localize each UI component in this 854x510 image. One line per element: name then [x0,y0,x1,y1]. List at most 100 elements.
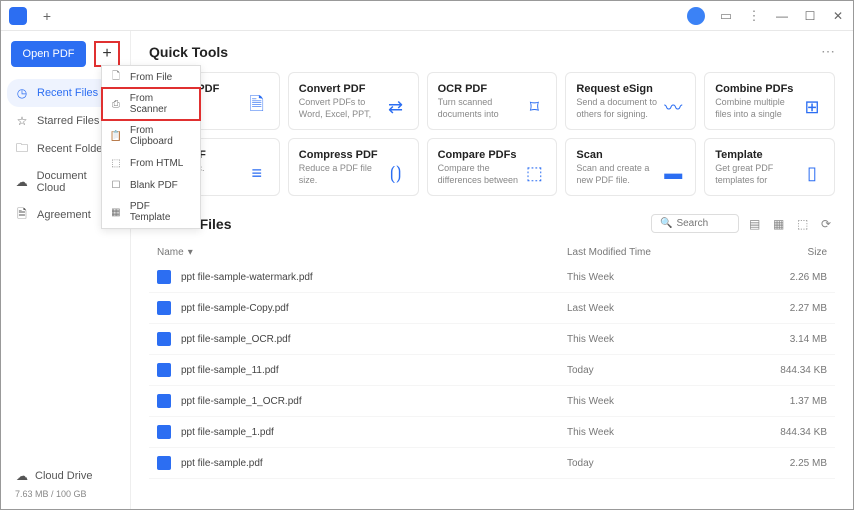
file-name: ppt file-sample_11.pdf [181,365,567,376]
cloud-drive[interactable]: ☁ Cloud Drive [15,469,116,483]
pdf-file-icon [157,301,171,315]
tool-card-request-esign[interactable]: Request eSign Send a document to others f… [565,72,696,130]
file-name: ppt file-sample_OCR.pdf [181,334,567,345]
file-row[interactable]: ppt file-sample-Copy.pdfLast Week2.27 MB [149,293,835,324]
menu-icon[interactable]: ⋮ [747,9,761,23]
file-icon: 🗋 [110,71,122,83]
tool-card-compress-pdf[interactable]: Compress PDFReduce a PDF file size.⟮⟯ [288,138,419,196]
file-size: 3.14 MB [767,334,827,345]
cloud-drive-label: Cloud Drive [35,470,92,482]
pdf-file-icon [157,425,171,439]
filter-icon[interactable]: ⬚ [797,217,811,231]
column-date[interactable]: Last Modified Time [567,247,767,258]
file-name: ppt file-sample-watermark.pdf [181,272,567,283]
dropdown-item-blank-pdf[interactable]: ☐ Blank PDF [102,174,200,196]
tool-title: Convert PDF [299,83,384,95]
maximize-button[interactable]: ☐ [803,9,817,23]
tool-icon: 〰 [661,95,685,119]
message-icon[interactable]: ▭ [719,9,733,23]
app-tab-icon[interactable] [9,7,27,25]
file-date: This Week [567,396,767,407]
tool-card-ocr-pdf[interactable]: OCR PDFTurn scanned documents into searc… [427,72,558,130]
new-pdf-button[interactable]: + [94,41,120,67]
file-date: This Week [567,334,767,345]
tool-icon: ⇄ [384,95,408,119]
tool-icon: ⬚ [522,161,546,185]
dropdown-item-from-html[interactable]: ⬚From HTML [102,152,200,174]
close-button[interactable]: ✕ [831,9,845,23]
tool-desc: Compare the differences between two file… [438,163,523,185]
cloud-icon: ☁ [15,469,29,483]
folder-icon: 🗀 [15,142,29,156]
dropdown-item-label: From HTML [130,158,183,169]
tool-desc: Get great PDF templates for resumes, pos… [715,163,800,185]
cloud-icon: ☁ [15,175,29,189]
dropdown-item-pdf-template[interactable]: ▦ PDF Template [102,196,200,228]
tool-icon: ⟮⟯ [384,161,408,185]
tool-title: Request eSign [576,83,661,95]
user-avatar[interactable] [687,7,705,25]
doc-icon: 🗎 [15,208,29,222]
file-size: 844.34 KB [767,427,827,438]
pdf-file-icon [157,332,171,346]
storage-info: 7.63 MB / 100 GB [15,489,116,499]
tool-title: Combine PDFs [715,83,800,95]
tool-icon: ⌑ [522,95,546,119]
file-name: ppt file-sample.pdf [181,458,567,469]
file-row[interactable]: ppt file-sample_11.pdfToday844.34 KB [149,355,835,386]
tool-title: Compare PDFs [438,149,523,161]
dropdown-item-from-scanner[interactable]: ⎙ From Scanner [101,87,201,121]
pdf-file-icon [157,394,171,408]
search-input[interactable] [676,218,731,229]
dropdown-item-from-file[interactable]: 🗋From File [102,66,200,88]
grid-view-icon[interactable]: ▦ [773,217,787,231]
refresh-icon[interactable]: ⟳ [821,217,835,231]
tool-card-scan[interactable]: Scan Scan and create a new PDF file.▬ [565,138,696,196]
dropdown-item-label: From Clipboard [130,125,192,147]
list-view-icon[interactable]: ▤ [749,217,763,231]
file-row[interactable]: ppt file-sample.pdfToday2.25 MB [149,448,835,479]
file-row[interactable]: ppt file-sample-watermark.pdfThis Week2.… [149,262,835,293]
file-date: Today [567,365,767,376]
dropdown-item-label: From Scanner [130,93,192,115]
file-date: Today [567,458,767,469]
open-pdf-button[interactable]: Open PDF [11,41,86,67]
dropdown-item-label: Blank PDF [130,180,178,191]
pdf-file-icon [157,363,171,377]
sidebar-item-label: Starred Files [37,115,99,127]
minimize-button[interactable]: — [775,9,789,23]
quick-tools-more-icon[interactable]: ⋯ [821,43,835,60]
tool-icon: ⊞ [800,95,824,119]
column-name[interactable]: Name ▾ [157,247,567,258]
dropdown-item-from-clipboard[interactable]: 📋From Clipboard [102,120,200,152]
file-date: This Week [567,272,767,283]
tool-card-convert-pdf[interactable]: Convert PDFConvert PDFs to Word, Excel, … [288,72,419,130]
file-row[interactable]: ppt file-sample_1.pdfThis Week844.34 KB [149,417,835,448]
tool-desc: Combine multiple files into a single PDF… [715,97,800,119]
titlebar: + ▭ ⋮ — ☐ ✕ [1,1,853,31]
search-box[interactable]: 🔍 [651,214,739,233]
tool-title: Scan [576,149,661,161]
file-row[interactable]: ppt file-sample_1_OCR.pdfThis Week1.37 M… [149,386,835,417]
tool-desc: Scan and create a new PDF file. [576,163,661,185]
scanner-icon: ⎙ [110,98,122,110]
template-icon: ▦ [110,206,122,218]
search-icon: 🔍 [660,218,672,229]
dropdown-item-label: PDF Template [130,201,192,223]
file-table-header: Name ▾ Last Modified Time Size [149,243,835,262]
column-size[interactable]: Size [767,247,827,258]
clock-icon: ◷ [15,86,29,100]
tool-card-compare-pdfs[interactable]: Compare PDFs Compare the differences betw… [427,138,558,196]
add-tab-button[interactable]: + [39,8,55,24]
tool-title: OCR PDF [438,83,523,95]
file-row[interactable]: ppt file-sample_OCR.pdfThis Week3.14 MB [149,324,835,355]
tool-icon: ▬ [661,161,685,185]
pdf-file-icon [157,456,171,470]
file-name: ppt file-sample-Copy.pdf [181,303,567,314]
blank-icon: ☐ [110,179,122,191]
tool-icon: ▯ [800,161,824,185]
file-size: 1.37 MB [767,396,827,407]
tool-card-template[interactable]: TemplateGet great PDF templates for resu… [704,138,835,196]
tool-card-combine-pdfs[interactable]: Combine PDFs Combine multiple files into … [704,72,835,130]
tool-desc: Send a document to others for signing. [576,97,661,119]
